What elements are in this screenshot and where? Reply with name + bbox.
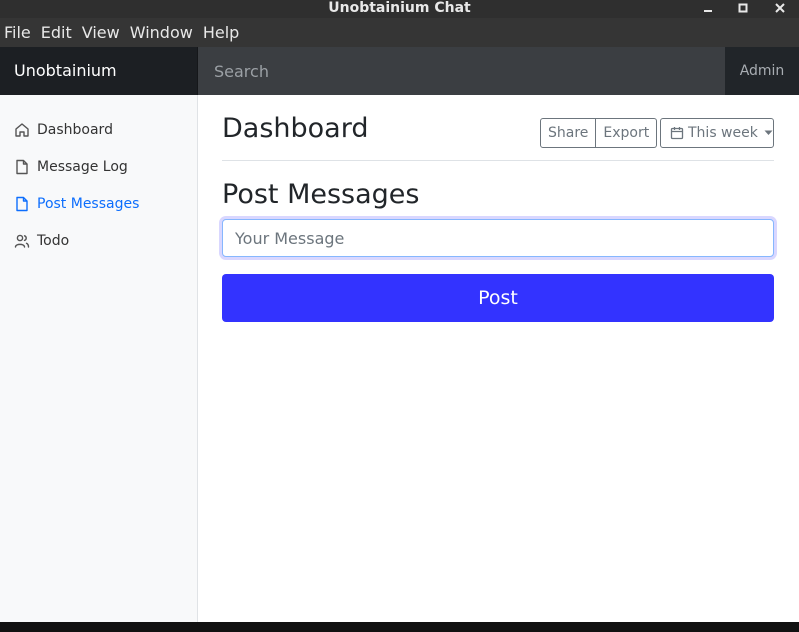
sidebar-item-label: Message Log bbox=[37, 158, 128, 175]
section-title: Post Messages bbox=[222, 179, 420, 210]
period-label: This week bbox=[688, 125, 758, 141]
main-content: Dashboard Share Export This week Post Me… bbox=[198, 95, 799, 622]
post-button[interactable]: Post bbox=[222, 274, 774, 322]
period-dropdown[interactable]: This week bbox=[660, 118, 774, 148]
admin-link[interactable]: Admin bbox=[725, 47, 799, 95]
sidebar-item-dashboard[interactable]: Dashboard bbox=[0, 111, 197, 148]
toolbar-button-group: Share Export bbox=[540, 118, 658, 148]
window-titlebar: Unobtainium Chat bbox=[0, 0, 799, 18]
share-button[interactable]: Share bbox=[540, 118, 597, 148]
page-header: Dashboard Share Export This week bbox=[222, 95, 774, 161]
top-navbar: Unobtainium Admin bbox=[0, 47, 799, 95]
menu-view[interactable]: View bbox=[77, 18, 125, 47]
search-input[interactable] bbox=[198, 47, 725, 95]
sidebar-item-post-messages[interactable]: Post Messages bbox=[0, 185, 197, 222]
close-icon[interactable] bbox=[770, 0, 790, 16]
calendar-icon bbox=[670, 126, 684, 140]
export-button[interactable]: Export bbox=[596, 118, 658, 148]
sidebar-item-label: Dashboard bbox=[37, 121, 113, 138]
menu-window[interactable]: Window bbox=[125, 18, 198, 47]
file-icon bbox=[14, 196, 30, 212]
menu-help[interactable]: Help bbox=[198, 18, 244, 47]
page-title: Dashboard bbox=[222, 113, 369, 144]
menu-edit[interactable]: Edit bbox=[36, 18, 77, 47]
sidebar-item-label: Todo bbox=[37, 232, 70, 249]
chevron-down-icon bbox=[764, 130, 773, 136]
minimize-icon[interactable] bbox=[698, 0, 718, 16]
window-title: Unobtainium Chat bbox=[328, 0, 471, 16]
sidebar: Dashboard Message Log Post Messages Todo bbox=[0, 95, 198, 622]
users-icon bbox=[14, 233, 30, 249]
sidebar-item-todo[interactable]: Todo bbox=[0, 222, 197, 259]
message-input[interactable] bbox=[222, 219, 774, 257]
brand-link[interactable]: Unobtainium bbox=[0, 47, 198, 95]
sidebar-item-label: Post Messages bbox=[37, 195, 140, 212]
window-bottom-edge bbox=[0, 622, 799, 632]
menu-file[interactable]: File bbox=[0, 18, 36, 47]
file-icon bbox=[14, 159, 30, 175]
maximize-icon[interactable] bbox=[733, 0, 753, 16]
sidebar-item-message-log[interactable]: Message Log bbox=[0, 148, 197, 185]
menu-bar: File Edit View Window Help bbox=[0, 18, 799, 47]
home-icon bbox=[14, 122, 30, 138]
